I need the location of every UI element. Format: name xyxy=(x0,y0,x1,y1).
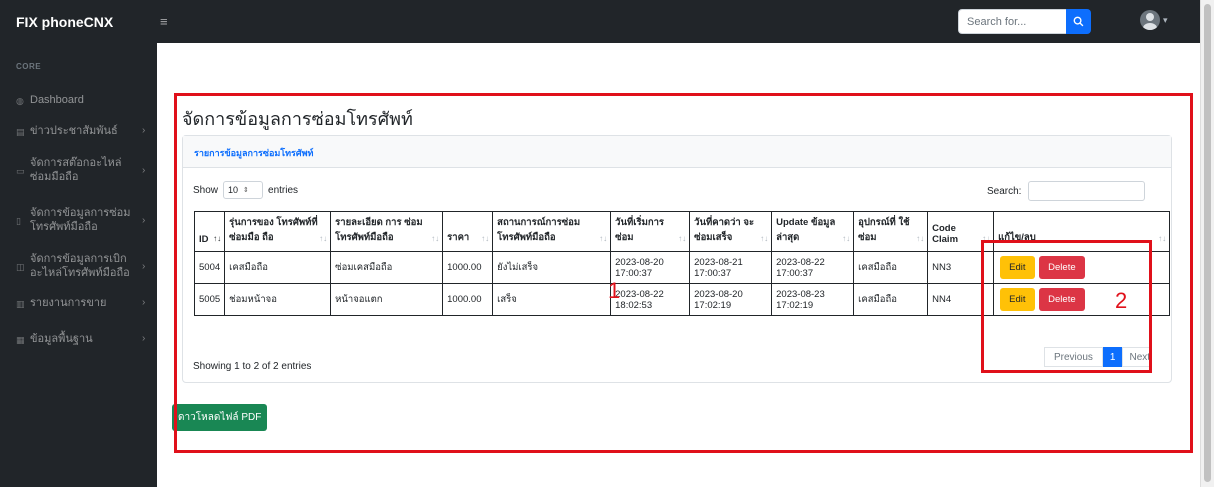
search-input[interactable]: Search for... xyxy=(958,9,1066,34)
chevron-right-icon: › xyxy=(142,261,146,272)
database-icon: ▦ xyxy=(16,335,25,345)
page-scrollbar[interactable] xyxy=(1200,0,1214,487)
annotation-label-1: 1 xyxy=(608,278,621,303)
top-navbar: FIX phoneCNX ≡ Search for... ▾ xyxy=(0,0,1200,43)
search-icon xyxy=(1073,16,1084,27)
chevron-right-icon: › xyxy=(142,215,146,226)
user-dropdown[interactable]: ▾ xyxy=(1140,10,1168,30)
dropdown-caret-icon: ▾ xyxy=(1163,14,1168,25)
sidebar: CORE ◍ Dashboard ▤ ข่าวประชาสัมพันธ์ › ▭… xyxy=(0,43,157,487)
navbar-search: Search for... xyxy=(958,9,1091,34)
repair-icon: ▯ xyxy=(16,216,21,226)
sidebar-item-dashboard[interactable]: ◍ Dashboard xyxy=(16,93,152,108)
chevron-right-icon: › xyxy=(142,333,146,344)
dashboard-icon: ◍ xyxy=(16,96,24,106)
brand-logo[interactable]: FIX phoneCNX xyxy=(0,14,157,30)
report-icon: ▥ xyxy=(16,299,25,309)
chevron-right-icon: › xyxy=(142,297,146,308)
scrollbar-thumb[interactable] xyxy=(1204,4,1211,482)
chevron-right-icon: › xyxy=(142,165,146,176)
sidebar-item-withdraw[interactable]: ◫ จัดการข้อมูลการเบิกอะไหล่โทรศัพท์มือถื… xyxy=(16,252,152,280)
user-avatar-icon xyxy=(1140,10,1160,30)
sidebar-item-report[interactable]: ▥ รายงานการขาย › xyxy=(16,296,152,311)
sidebar-item-stock[interactable]: ▭ จัดการสต๊อกอะไหล่ซ่อมมือถือ › xyxy=(16,156,152,184)
sidebar-heading: CORE xyxy=(16,62,42,71)
sidebar-item-repair[interactable]: ▯ จัดการข้อมูลการซ่อมโทรศัพท์มือถือ › xyxy=(16,206,152,234)
search-button[interactable] xyxy=(1066,9,1091,34)
annotation-label-2: 2 xyxy=(1115,288,1128,313)
stock-icon: ▭ xyxy=(16,166,25,176)
chevron-right-icon: › xyxy=(142,125,146,136)
sidebar-item-basic-data[interactable]: ▦ ข้อมูลพื้นฐาน › xyxy=(16,332,152,347)
withdraw-icon: ◫ xyxy=(16,262,25,272)
news-icon: ▤ xyxy=(16,127,25,137)
sidebar-item-news[interactable]: ▤ ข่าวประชาสัมพันธ์ › xyxy=(16,124,152,139)
sidebar-toggle-icon[interactable]: ≡ xyxy=(160,14,168,29)
